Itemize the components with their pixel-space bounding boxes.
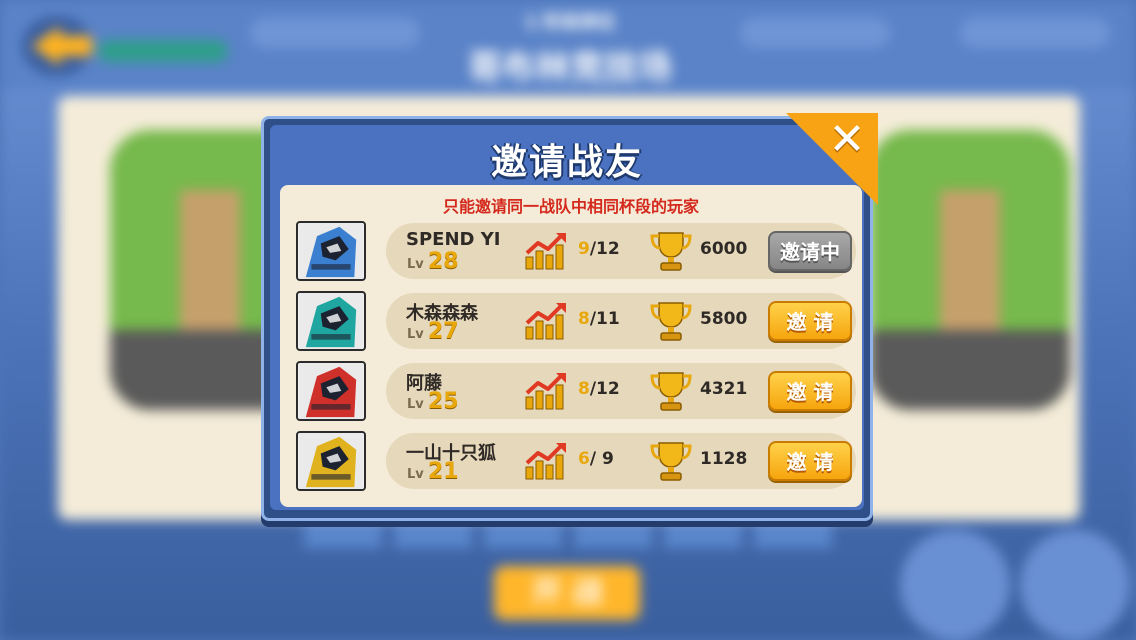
win-record: 8/11 [578, 309, 620, 329]
trophy-icon [650, 442, 692, 481]
wins-total: /12 [589, 239, 620, 259]
wins-total: / 9 [589, 449, 614, 469]
stat-pill-trophy [740, 18, 890, 48]
trophy-count: 1128 [700, 449, 748, 469]
team-slot[interactable] [302, 520, 384, 550]
island-path [180, 190, 240, 330]
player-row: 一山十只狐 Lv 21 6/ 9 1128 邀 请 [296, 431, 856, 491]
trophy-icon [650, 372, 692, 411]
trend-up-icon [525, 303, 566, 340]
arena-stage-label: 1 阶段排位 [524, 12, 616, 33]
player-name: SPEND YI [406, 229, 501, 250]
arena-title: 哥布林竞技场 [468, 48, 672, 88]
emote-button[interactable] [900, 530, 1010, 640]
mech-avatar-icon [298, 293, 364, 349]
invite-dialog: 邀请战友 只能邀请同一战队中相同杯段的玩家 SPEND YI Lv 28 9/1… [261, 113, 878, 521]
trophy-count: 6000 [700, 239, 748, 259]
wins-total: /12 [589, 379, 620, 399]
team-slot[interactable] [752, 520, 834, 550]
trophy-icon [650, 232, 692, 271]
close-x-icon[interactable]: ✕ [824, 117, 870, 163]
player-avatar [296, 361, 366, 421]
dialog-body: 邀请战友 只能邀请同一战队中相同杯段的玩家 SPEND YI Lv 28 9/1… [270, 125, 864, 510]
team-slot[interactable] [572, 520, 654, 550]
trophy-count: 4321 [700, 379, 748, 399]
invite-button[interactable]: 邀 请 [768, 371, 852, 411]
stat-pill-left [250, 18, 420, 48]
player-avatar [296, 291, 366, 351]
invite-list-panel: 只能邀请同一战队中相同杯段的玩家 SPEND YI Lv 28 9/12 600… [280, 185, 862, 507]
back-button[interactable] [22, 16, 92, 76]
invite-button[interactable]: 邀请中 [768, 231, 852, 271]
mech-avatar-icon [298, 433, 364, 489]
wins-total: /11 [589, 309, 620, 329]
trend-up-icon [525, 443, 566, 480]
level-label: Lv [407, 327, 424, 342]
back-arrow-icon [32, 26, 60, 66]
trophy-icon [650, 302, 692, 341]
island-path [940, 190, 1000, 330]
stat-pill-gems [960, 18, 1110, 48]
progress-bar [98, 40, 228, 62]
wins-value: 8 [578, 309, 590, 329]
player-avatar [296, 431, 366, 491]
team-slot[interactable] [392, 520, 474, 550]
win-record: 8/12 [578, 379, 620, 399]
invite-button[interactable]: 邀 请 [768, 441, 852, 481]
level-label: Lv [407, 257, 424, 272]
team-slot[interactable] [482, 520, 564, 550]
invite-notice: 只能邀请同一战队中相同杯段的玩家 [442, 197, 699, 216]
emote-button[interactable] [1020, 530, 1130, 640]
trophy-count: 5800 [700, 309, 748, 329]
win-record: 6/ 9 [578, 449, 614, 469]
win-record: 9/12 [578, 239, 620, 259]
player-avatar [296, 221, 366, 281]
close-corner: ✕ [778, 113, 878, 213]
mech-avatar-icon [298, 363, 364, 419]
player-level: 21 [428, 459, 459, 484]
wins-value: 6 [578, 449, 590, 469]
player-level: 28 [428, 249, 459, 274]
fight-button[interactable]: 开 战 [494, 566, 640, 620]
invite-button[interactable]: 邀 请 [768, 301, 852, 341]
mech-avatar-icon [298, 223, 364, 279]
wins-value: 8 [578, 379, 590, 399]
dialog-title: 邀请战友 [490, 142, 643, 183]
team-slot[interactable] [662, 520, 744, 550]
player-row: 阿藤 Lv 25 8/12 4321 邀 请 [296, 361, 856, 421]
player-row: SPEND YI Lv 28 9/12 6000 邀请中 [296, 221, 856, 281]
island-right [870, 130, 1070, 410]
trend-up-icon [525, 373, 566, 410]
wins-value: 9 [578, 239, 590, 259]
island-base [870, 330, 1070, 410]
player-level: 25 [428, 389, 459, 414]
level-label: Lv [407, 467, 424, 482]
trend-up-icon [525, 233, 566, 270]
player-row: 木森森森 Lv 27 8/11 5800 邀 请 [296, 291, 856, 351]
player-level: 27 [428, 319, 459, 344]
level-label: Lv [407, 397, 424, 412]
back-arrow-tail [58, 36, 92, 56]
